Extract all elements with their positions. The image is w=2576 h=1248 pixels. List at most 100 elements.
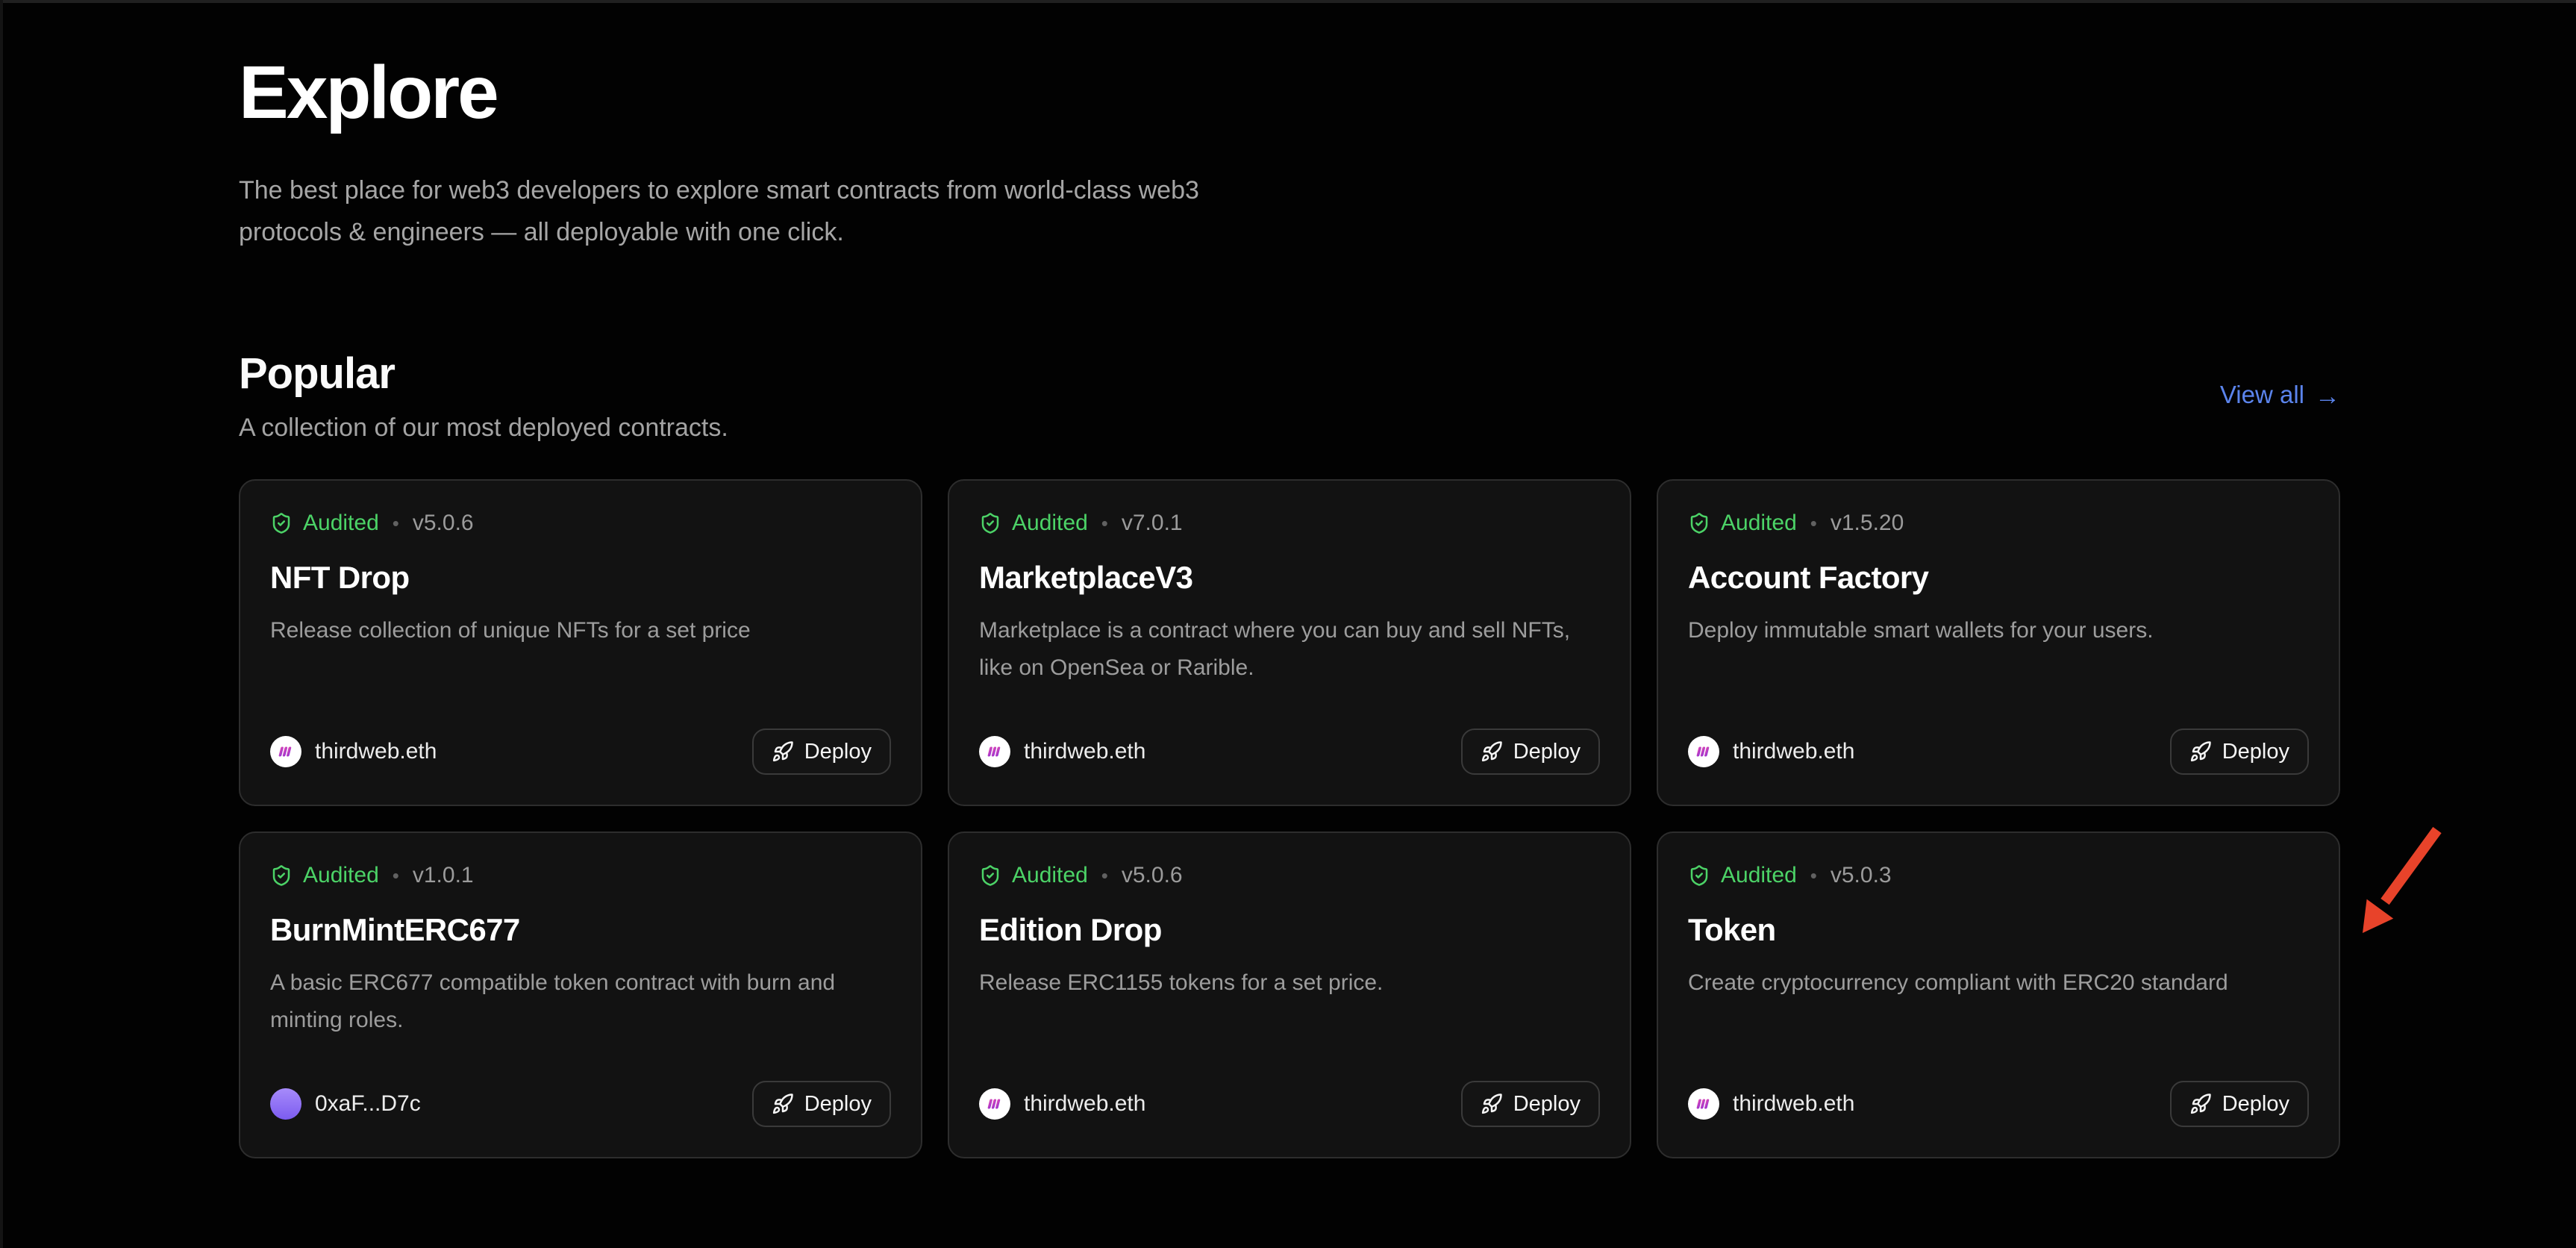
publisher-name: thirdweb.eth (315, 739, 437, 764)
card-footer: thirdweb.eth Deploy (979, 1081, 1600, 1127)
contract-version: v1.0.1 (413, 863, 474, 888)
contract-card[interactable]: Audited • v7.0.1 MarketplaceV3 Marketpla… (948, 479, 1631, 806)
thirdweb-logo-icon (276, 742, 296, 761)
popular-section-header: Popular A collection of our most deploye… (239, 349, 2340, 443)
card-footer: thirdweb.eth Deploy (1688, 1081, 2309, 1127)
publisher-link[interactable]: thirdweb.eth (1688, 1088, 1854, 1120)
contract-version: v1.5.20 (1831, 511, 1904, 536)
thirdweb-logo-icon (985, 742, 1004, 761)
badge-separator-dot: • (393, 512, 399, 534)
card-badge-row: Audited • v1.0.1 (270, 863, 891, 888)
contract-version: v5.0.3 (1831, 863, 1892, 888)
publisher-link[interactable]: thirdweb.eth (1688, 736, 1854, 767)
thirdweb-avatar (1688, 736, 1719, 767)
deploy-label: Deploy (804, 740, 872, 764)
deploy-button[interactable]: Deploy (2170, 728, 2309, 775)
deploy-button[interactable]: Deploy (752, 728, 891, 775)
rocket-icon (772, 1093, 794, 1115)
contract-version: v7.0.1 (1122, 511, 1183, 536)
rocket-icon (1481, 740, 1503, 763)
publisher-name: thirdweb.eth (1024, 1091, 1145, 1117)
contract-card[interactable]: Audited • v5.0.3 Token Create cryptocurr… (1657, 832, 2340, 1158)
publisher-name: thirdweb.eth (1024, 739, 1145, 764)
badge-separator-dot: • (393, 864, 399, 887)
contract-card[interactable]: Audited • v1.0.1 BurnMintERC677 A basic … (239, 832, 922, 1158)
publisher-link[interactable]: thirdweb.eth (979, 1088, 1145, 1120)
badge-separator-dot: • (1810, 864, 1817, 887)
explore-page: Explore The best place for web3 develope… (0, 0, 2576, 1248)
card-footer: thirdweb.eth Deploy (979, 728, 1600, 775)
contract-title: MarketplaceV3 (979, 560, 1600, 599)
contract-title: Token (1688, 912, 2309, 951)
publisher-name: thirdweb.eth (1733, 1091, 1854, 1117)
rocket-icon (1481, 1093, 1503, 1115)
left-edge-divider (0, 0, 3, 1248)
audited-badge: Audited (979, 863, 1088, 888)
shield-check-icon (270, 512, 293, 534)
contract-description: Deploy immutable smart wallets for your … (1688, 612, 2309, 649)
main-content: Explore The best place for web3 develope… (239, 0, 2340, 1158)
badge-separator-dot: • (1101, 512, 1108, 534)
deploy-label: Deploy (1513, 1092, 1581, 1116)
page-subtitle: The best place for web3 developers to ex… (239, 170, 1284, 254)
contract-version: v5.0.6 (413, 511, 474, 536)
audited-label: Audited (1012, 511, 1088, 536)
contract-description: Marketplace is a contract where you can … (979, 612, 1600, 687)
publisher-name: thirdweb.eth (1733, 739, 1854, 764)
audited-badge: Audited (979, 511, 1088, 536)
thirdweb-logo-icon (985, 1094, 1004, 1114)
card-badge-row: Audited • v7.0.1 (979, 511, 1600, 536)
audited-label: Audited (303, 511, 379, 536)
audited-badge: Audited (1688, 511, 1797, 536)
rocket-icon (772, 740, 794, 763)
contract-description: Release ERC1155 tokens for a set price. (979, 964, 1600, 1002)
audited-badge: Audited (270, 511, 379, 536)
shield-check-icon (979, 512, 1001, 534)
view-all-label: View all (2220, 382, 2304, 411)
publisher-name: 0xaF...D7c (315, 1091, 421, 1117)
audited-badge: Audited (270, 863, 379, 888)
view-all-link[interactable]: View all → (2220, 381, 2340, 411)
popular-heading-block: Popular A collection of our most deploye… (239, 349, 728, 443)
publisher-link[interactable]: 0xaF...D7c (270, 1088, 421, 1120)
arrow-right-icon: → (2315, 381, 2340, 411)
contract-card[interactable]: Audited • v5.0.6 Edition Drop Release ER… (948, 832, 1631, 1158)
contract-card[interactable]: Audited • v5.0.6 NFT Drop Release collec… (239, 479, 922, 806)
contract-version: v5.0.6 (1122, 863, 1183, 888)
contract-title: Account Factory (1688, 560, 2309, 599)
contract-description: A basic ERC677 compatible token contract… (270, 964, 891, 1039)
contract-description: Release collection of unique NFTs for a … (270, 612, 891, 649)
deploy-button[interactable]: Deploy (1461, 1081, 1600, 1127)
contract-card[interactable]: Audited • v1.5.20 Account Factory Deploy… (1657, 479, 2340, 806)
thirdweb-logo-icon (1694, 1094, 1713, 1114)
badge-separator-dot: • (1810, 512, 1817, 534)
deploy-button[interactable]: Deploy (1461, 728, 1600, 775)
contract-description: Create cryptocurrency compliant with ERC… (1688, 964, 2309, 1002)
card-badge-row: Audited • v5.0.6 (270, 511, 891, 536)
shield-check-icon (270, 864, 293, 887)
card-footer: thirdweb.eth Deploy (1688, 728, 2309, 775)
publisher-link[interactable]: thirdweb.eth (270, 736, 437, 767)
contract-title: NFT Drop (270, 560, 891, 599)
shield-check-icon (1688, 864, 1710, 887)
purple-gradient-avatar (270, 1088, 301, 1120)
card-badge-row: Audited • v5.0.3 (1688, 863, 2309, 888)
card-badge-row: Audited • v5.0.6 (979, 863, 1600, 888)
publisher-link[interactable]: thirdweb.eth (979, 736, 1145, 767)
popular-section-title: Popular (239, 349, 728, 400)
deploy-label: Deploy (1513, 740, 1581, 764)
thirdweb-avatar (1688, 1088, 1719, 1120)
badge-separator-dot: • (1101, 864, 1108, 887)
deploy-button[interactable]: Deploy (2170, 1081, 2309, 1127)
deploy-button[interactable]: Deploy (752, 1081, 891, 1127)
shield-check-icon (979, 864, 1001, 887)
thirdweb-avatar (979, 736, 1010, 767)
shield-check-icon (1688, 512, 1710, 534)
audited-badge: Audited (1688, 863, 1797, 888)
annotation-arrow-icon (2343, 820, 2451, 948)
contract-title: Edition Drop (979, 912, 1600, 951)
cards-grid: Audited • v5.0.6 NFT Drop Release collec… (239, 479, 2340, 1158)
thirdweb-avatar (270, 736, 301, 767)
rocket-icon (2189, 740, 2212, 763)
audited-label: Audited (1721, 511, 1797, 536)
